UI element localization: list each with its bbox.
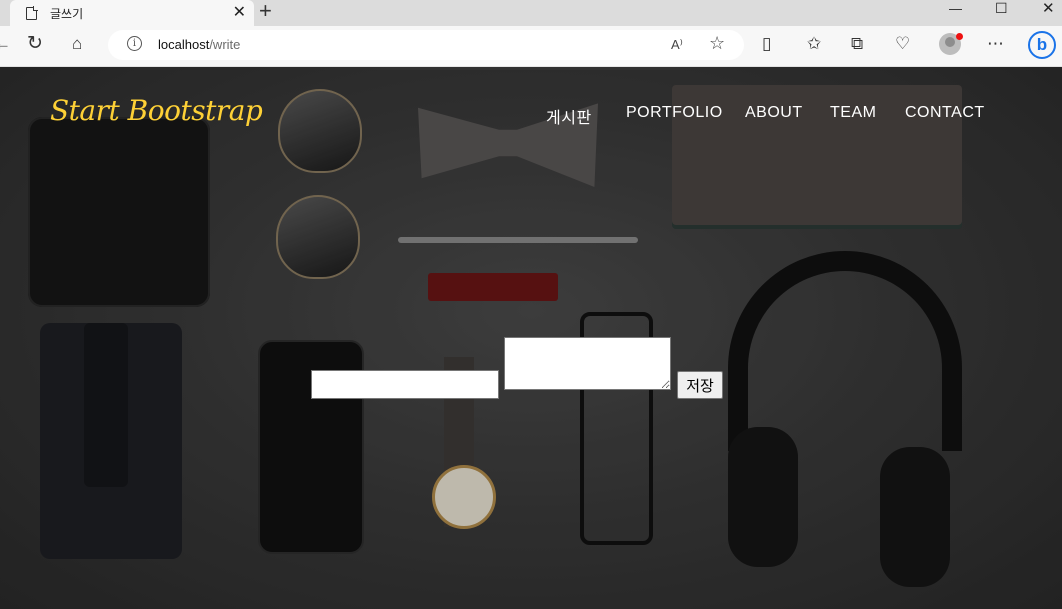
nav-link-board[interactable]: 게시판 <box>546 104 592 128</box>
notification-dot <box>956 33 963 40</box>
save-button[interactable]: 저장 <box>677 371 723 399</box>
title-input[interactable] <box>311 370 499 399</box>
favorite-star-icon[interactable]: ☆ <box>709 33 725 54</box>
more-menu-icon[interactable]: ⋯ <box>987 34 1004 54</box>
refresh-icon[interactable]: ↻ <box>27 34 43 54</box>
browser-tab[interactable]: 글쓰기 ✕ <box>10 0 254 26</box>
browser-toolbar: ← ↻ ⌂ i localhost/write A⁾ ☆ ▯ ✩ ⧉ ♡ ⋯ b <box>0 26 1062 67</box>
page-viewport: Start Bootstrap 게시판 PORTFOLIO ABOUT TEAM… <box>0 67 1062 609</box>
read-aloud-icon[interactable]: A⁾ <box>671 37 683 53</box>
address-bar[interactable]: i localhost/write A⁾ ☆ <box>108 30 744 60</box>
split-screen-icon[interactable]: ▯ <box>762 34 771 54</box>
collections-icon[interactable]: ⧉ <box>851 34 863 54</box>
browser-essentials-icon[interactable]: ♡ <box>895 34 910 54</box>
page-icon <box>26 6 38 20</box>
tab-title: 글쓰기 <box>50 6 84 21</box>
minimize-icon[interactable]: — <box>949 2 962 20</box>
nav-link-team[interactable]: TEAM <box>830 104 876 122</box>
bing-chat-icon[interactable]: b <box>1028 31 1056 59</box>
back-icon[interactable]: ← <box>0 34 11 54</box>
brand-logo[interactable]: Start Bootstrap <box>50 94 263 127</box>
content-textarea[interactable] <box>504 337 671 390</box>
window-close-icon[interactable]: ✕ <box>1042 1 1055 20</box>
nav-link-portfolio[interactable]: PORTFOLIO <box>626 104 723 122</box>
tab-close-icon[interactable]: ✕ <box>233 4 246 22</box>
nav-link-about[interactable]: ABOUT <box>745 104 803 122</box>
favorites-icon[interactable]: ✩ <box>807 34 821 54</box>
info-icon[interactable]: i <box>127 36 142 51</box>
nav-link-contact[interactable]: CONTACT <box>905 104 985 122</box>
home-icon[interactable]: ⌂ <box>72 34 82 54</box>
address-url[interactable]: localhost/write <box>158 37 240 52</box>
maximize-icon[interactable]: ☐ <box>995 1 1008 19</box>
new-tab-icon[interactable]: + <box>259 0 272 23</box>
browser-titlebar: 글쓰기 ✕ + — ☐ ✕ <box>0 0 1062 26</box>
